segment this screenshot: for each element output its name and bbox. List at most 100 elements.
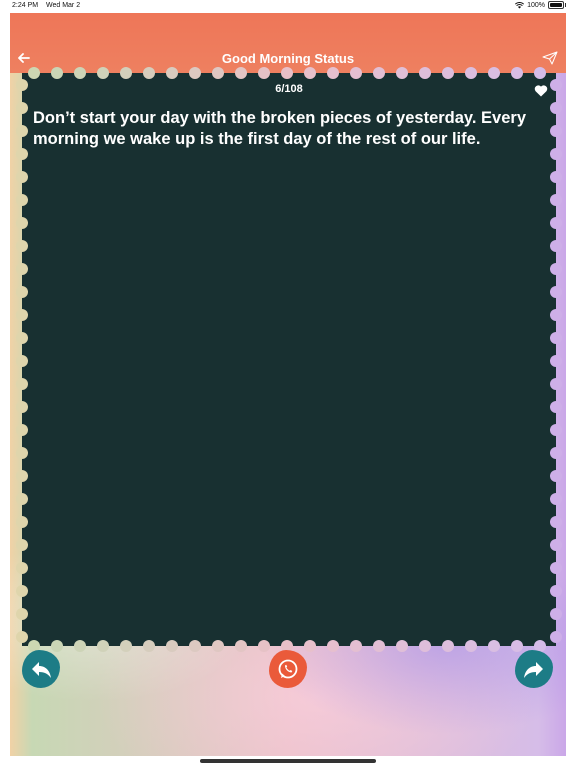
stamp-edge-dot [488, 640, 500, 652]
stamp-edge-dot [189, 67, 201, 79]
stamp-edge-dot [16, 309, 28, 321]
stamp-edge-dot [97, 67, 109, 79]
status-bar: 2:24 PM Wed Mar 2 100% [0, 0, 576, 13]
stamp-edge-dot [465, 67, 477, 79]
stamp-edge-dot [550, 424, 562, 436]
navbar: Good Morning Status [10, 13, 566, 73]
stamp-edge-dot [16, 631, 28, 643]
stamp-edge-dot [550, 516, 562, 528]
status-right: 100% [515, 1, 566, 9]
stamp-edge-dot [550, 401, 562, 413]
stamp-edge-dot [550, 194, 562, 206]
previous-button[interactable] [22, 650, 60, 688]
stamp-edge-dot [16, 470, 28, 482]
stamp-edge-dot [16, 378, 28, 390]
stamp-edge-dot [396, 640, 408, 652]
stamp-edge-dot [550, 585, 562, 597]
paper-plane-icon[interactable] [542, 51, 558, 65]
stamp-edge-dot [350, 640, 362, 652]
stamp-edge-dot [16, 240, 28, 252]
stamp-edge-dot [550, 539, 562, 551]
stamp-edge-dot [419, 640, 431, 652]
stamp-edge-dot [550, 125, 562, 137]
heart-icon[interactable] [534, 84, 548, 97]
wifi-icon [515, 1, 525, 8]
reply-arrow-icon [32, 662, 51, 678]
stamp-edge-dot [327, 640, 339, 652]
stamp-edge-dot [16, 585, 28, 597]
stamp-edge-dot [550, 493, 562, 505]
quote-card [22, 73, 556, 646]
stamp-edge-dot [74, 67, 86, 79]
stamp-edge-dot [442, 640, 454, 652]
stamp-edge-dot [550, 355, 562, 367]
share-button[interactable] [515, 650, 553, 688]
stamp-edge-dot [550, 79, 562, 91]
status-date: Wed Mar 2 [46, 2, 81, 9]
stamp-edge-dot [16, 608, 28, 620]
stamp-edge-dot [550, 240, 562, 252]
stamp-edge-dot [120, 640, 132, 652]
stamp-edge-dot [97, 640, 109, 652]
home-indicator [200, 759, 376, 763]
stamp-edge-dot [350, 67, 362, 79]
stamp-edge-dot [534, 67, 546, 79]
stamp-edge-dot [143, 67, 155, 79]
stamp-edge-dot [550, 470, 562, 482]
stamp-edge-dot [550, 102, 562, 114]
whatsapp-button[interactable] [269, 650, 307, 688]
stamp-edge-dot [189, 640, 201, 652]
battery-percent: 100% [527, 1, 545, 9]
stamp-edge-dot [511, 67, 523, 79]
stamp-edge-dot [550, 608, 562, 620]
app-window: Good Morning Status 6/108 Don’t start yo… [10, 13, 566, 756]
stamp-edge-dot [550, 378, 562, 390]
stamp-edge-dot [120, 67, 132, 79]
stamp-edge-dot [143, 640, 155, 652]
quote-card-frame: 6/108 Don’t start your day with the brok… [16, 67, 562, 652]
stamp-edge-dot [74, 640, 86, 652]
stamp-edge-dot [235, 67, 247, 79]
stamp-edge-dot [327, 67, 339, 79]
stamp-edge-dot [550, 263, 562, 275]
stamp-edge-dot [550, 631, 562, 643]
stamp-edge-dot [550, 171, 562, 183]
stamp-edge-dot [212, 67, 224, 79]
stamp-edge-dot [16, 493, 28, 505]
stamp-edge-dot [16, 194, 28, 206]
stamp-edge-dot [550, 286, 562, 298]
stamp-edge-dot [28, 67, 40, 79]
stamp-edge-dot [442, 67, 454, 79]
stamp-edge-dot [16, 447, 28, 459]
stamp-edge-dot [16, 148, 28, 160]
stamp-edge-dot [16, 562, 28, 574]
stamp-edge-dot [550, 562, 562, 574]
page-title: Good Morning Status [221, 51, 355, 66]
stamp-edge-dot [235, 640, 247, 652]
stamp-edge-dot [16, 79, 28, 91]
whatsapp-icon [278, 659, 298, 679]
stamp-edge-dot [16, 539, 28, 551]
stamp-edge-dot [16, 516, 28, 528]
stamp-edge-dot [396, 67, 408, 79]
stamp-edge-dot [212, 640, 224, 652]
stamp-edge-dot [16, 263, 28, 275]
stamp-edge-dot [16, 424, 28, 436]
stamp-edge-dot [16, 332, 28, 344]
stamp-edge-dot [304, 67, 316, 79]
share-arrow-icon [524, 662, 543, 678]
stamp-edge-dot [16, 401, 28, 413]
stamp-edge-dot [16, 171, 28, 183]
battery-icon [548, 1, 566, 9]
stamp-edge-dot [16, 286, 28, 298]
stamp-edge-dot [419, 67, 431, 79]
stamp-edge-dot [16, 102, 28, 114]
stamp-edge-dot [488, 67, 500, 79]
stamp-edge-dot [166, 640, 178, 652]
status-time: 2:24 PM [12, 2, 39, 9]
stamp-edge-dot [550, 217, 562, 229]
stamp-edge-dot [550, 309, 562, 321]
stamp-edge-dot [51, 67, 63, 79]
quote-counter: 6/108 [275, 83, 303, 95]
quote-text: Don’t start your day with the broken pie… [33, 109, 527, 148]
